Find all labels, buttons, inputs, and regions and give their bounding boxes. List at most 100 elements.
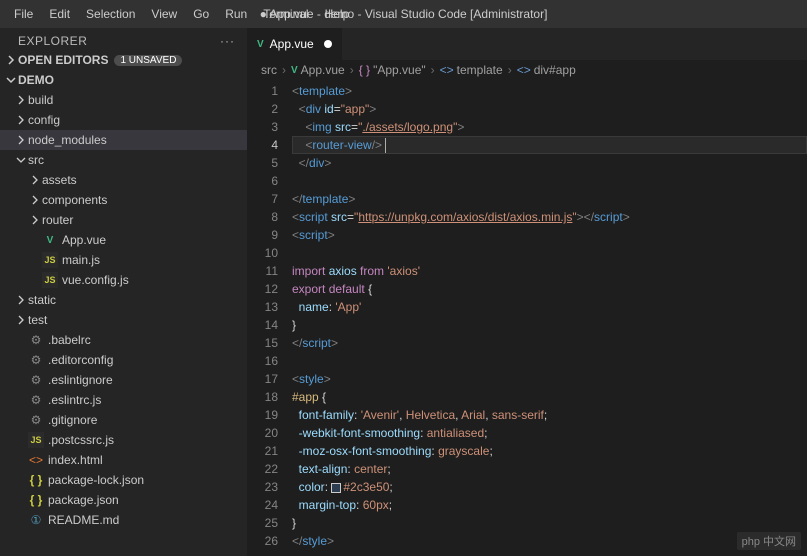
code-line[interactable]: <router-view/>	[292, 136, 807, 154]
line-number: 15	[247, 334, 278, 352]
code-line[interactable]: <style>	[292, 370, 807, 388]
chevron-down-icon	[14, 153, 28, 167]
tree-item-package-json[interactable]: { }package.json	[0, 490, 247, 510]
tree-item--editorconfig[interactable]: ⚙ .editorconfig	[0, 350, 247, 370]
breadcrumb-item[interactable]: src	[261, 63, 277, 77]
editor-area: V App.vue src›VApp.vue›{ }"App.vue"›<>te…	[247, 28, 807, 556]
line-number: 19	[247, 406, 278, 424]
menu-file[interactable]: File	[6, 3, 41, 25]
tree-item--eslintrc-js[interactable]: ⚙.eslintrc.js	[0, 390, 247, 410]
breadcrumb-label: "App.vue"	[373, 63, 426, 77]
tree-item-label: .babelrc	[48, 333, 91, 347]
tree-item-main-js[interactable]: JSmain.js	[0, 250, 247, 270]
tree-item--gitignore[interactable]: ⚙.gitignore	[0, 410, 247, 430]
tree-item-readme-md[interactable]: ①README.md	[0, 510, 247, 530]
tree-item-label: src	[28, 153, 44, 167]
chevron-right-icon	[14, 293, 28, 307]
more-icon[interactable]: ···	[220, 34, 235, 48]
code-line[interactable]	[292, 244, 807, 262]
tree-item-static[interactable]: static	[0, 290, 247, 310]
tree-item-label: .eslintignore	[48, 373, 113, 387]
tree-item-label: test	[28, 313, 47, 327]
tree-item--postcssrc-js[interactable]: JS.postcssrc.js	[0, 430, 247, 450]
code-line[interactable]: </div>	[292, 154, 807, 172]
code-line[interactable]: </template>	[292, 190, 807, 208]
breadcrumb-separator-icon: ›	[280, 63, 288, 77]
tree-item-src[interactable]: src	[0, 150, 247, 170]
tree-item-label: .eslintrc.js	[48, 393, 101, 407]
js-icon: JS	[42, 272, 58, 288]
code-editor[interactable]: 1234567891011121314151617181920212223242…	[247, 80, 807, 556]
code-line[interactable]	[292, 172, 807, 190]
code-line[interactable]: <template>	[292, 82, 807, 100]
code-line[interactable]: </style>	[292, 532, 807, 550]
tree-item-test[interactable]: test	[0, 310, 247, 330]
breadcrumb-item[interactable]: <>div#app	[517, 63, 576, 77]
code-line[interactable]: <script>	[292, 226, 807, 244]
code-line[interactable]	[292, 352, 807, 370]
tree-item-build[interactable]: build	[0, 90, 247, 110]
tree-item-components[interactable]: components	[0, 190, 247, 210]
line-number: 7	[247, 190, 278, 208]
code-content[interactable]: <template> <div id="app"> <img src="./as…	[292, 80, 807, 556]
code-line[interactable]: <script src="https://unpkg.com/axios/dis…	[292, 208, 807, 226]
vue-icon: V	[291, 65, 298, 76]
breadcrumbs[interactable]: src›VApp.vue›{ }"App.vue"›<>template›<>d…	[247, 60, 807, 80]
title-text: App.vue - demo - Visual Studio Code [Adm…	[270, 7, 548, 21]
code-line[interactable]: }	[292, 316, 807, 334]
code-line[interactable]: margin-top: 60px;	[292, 496, 807, 514]
breadcrumb-item[interactable]: { }"App.vue"	[359, 63, 426, 77]
chevron-right-icon	[14, 133, 28, 147]
tree-item-app-vue[interactable]: VApp.vue	[0, 230, 247, 250]
code-line[interactable]: name: 'App'	[292, 298, 807, 316]
tree-item-package-lock-json[interactable]: { }package-lock.json	[0, 470, 247, 490]
tree-item-index-html[interactable]: <>index.html	[0, 450, 247, 470]
menu-edit[interactable]: Edit	[41, 3, 78, 25]
gear-icon: ⚙	[28, 352, 44, 368]
code-line[interactable]: #app {	[292, 388, 807, 406]
file-tree: build confignode_modulessrc assets componen…	[0, 90, 247, 530]
tab-app-vue[interactable]: V App.vue	[247, 28, 343, 60]
tree-item-router[interactable]: router	[0, 210, 247, 230]
html-icon: <>	[28, 452, 44, 468]
menu-run[interactable]: Run	[217, 3, 255, 25]
code-line[interactable]: -webkit-font-smoothing: antialiased;	[292, 424, 807, 442]
menu-selection[interactable]: Selection	[78, 3, 143, 25]
breadcrumb-separator-icon: ›	[506, 63, 514, 77]
tree-item-vue-config-js[interactable]: JSvue.config.js	[0, 270, 247, 290]
tree-item--eslintignore[interactable]: ⚙.eslintignore	[0, 370, 247, 390]
code-line[interactable]: <img src="./assets/logo.png">	[292, 118, 807, 136]
project-section[interactable]: DEMO	[0, 70, 247, 90]
code-line[interactable]: font-family: 'Avenir', Helvetica, Arial,…	[292, 406, 807, 424]
tree-item-label: .editorconfig	[48, 353, 113, 367]
tree-item-label: build	[28, 93, 53, 107]
modified-dot: ●	[260, 7, 267, 21]
code-line[interactable]: -moz-osx-font-smoothing: grayscale;	[292, 442, 807, 460]
code-line[interactable]: </script>	[292, 334, 807, 352]
line-number: 1	[247, 82, 278, 100]
code-line[interactable]: <div id="app">	[292, 100, 807, 118]
breadcrumb-item[interactable]: VApp.vue	[291, 63, 345, 77]
code-line[interactable]: export default {	[292, 280, 807, 298]
line-number: 13	[247, 298, 278, 316]
gear-icon: ⚙	[28, 412, 44, 428]
line-number: 26	[247, 532, 278, 550]
line-numbers: 1234567891011121314151617181920212223242…	[247, 80, 292, 556]
chevron-right-icon	[4, 53, 18, 67]
code-line[interactable]: color: #2c3e50;	[292, 478, 807, 496]
tree-item-config[interactable]: config	[0, 110, 247, 130]
menu-view[interactable]: View	[143, 3, 185, 25]
open-editors-section[interactable]: OPEN EDITORS 1 UNSAVED	[0, 50, 247, 70]
tree-item-label: components	[42, 193, 107, 207]
code-line[interactable]: }	[292, 514, 807, 532]
breadcrumb-item[interactable]: <>template	[440, 63, 503, 77]
menu-go[interactable]: Go	[185, 3, 217, 25]
tree-item-node-modules[interactable]: node_modules	[0, 130, 247, 150]
breadcrumb-separator-icon: ›	[429, 63, 437, 77]
tree-item--babelrc[interactable]: ⚙.babelrc	[0, 330, 247, 350]
code-line[interactable]: import axios from 'axios'	[292, 262, 807, 280]
code-line[interactable]: text-align: center;	[292, 460, 807, 478]
tree-item-label: main.js	[62, 253, 100, 267]
tree-item-assets[interactable]: assets	[0, 170, 247, 190]
unsaved-badge: 1 UNSAVED	[114, 55, 182, 66]
